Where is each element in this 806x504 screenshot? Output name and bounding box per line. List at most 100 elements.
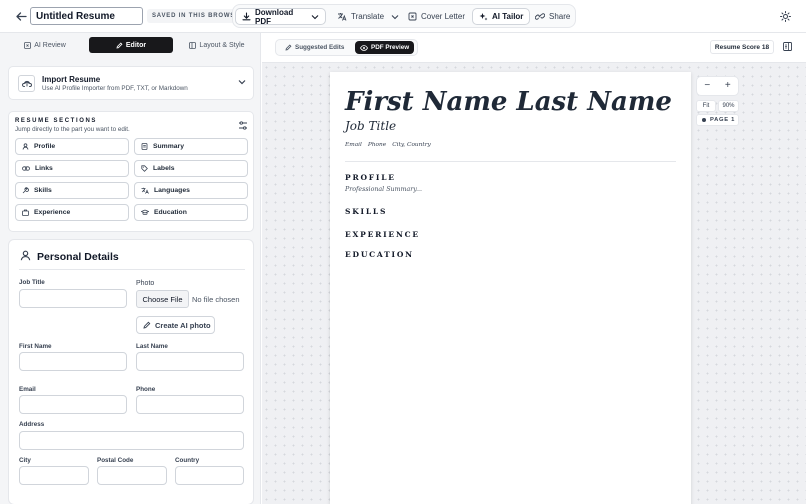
first-name-label: First Name xyxy=(19,343,52,350)
edit-suggestion-icon xyxy=(285,44,292,51)
pencil-icon xyxy=(143,321,151,329)
chevron-down-icon xyxy=(311,14,319,19)
page-indicator: Page 1 xyxy=(696,114,739,126)
section-link-education[interactable]: Education xyxy=(134,204,248,221)
import-title: Import Resume xyxy=(42,75,101,84)
toolbar: Download PDF Translate Cover Letter AI T… xyxy=(232,4,576,28)
layout-icon xyxy=(189,41,197,49)
section-link-label: Profile xyxy=(34,143,56,150)
create-ai-photo-label: Create AI photo xyxy=(155,320,211,330)
tag-icon xyxy=(141,165,148,172)
section-link-label: Summary xyxy=(153,143,184,150)
section-link-labels[interactable]: Labels xyxy=(134,160,248,177)
section-link-links[interactable]: Links xyxy=(15,160,129,177)
section-link-profile[interactable]: Profile xyxy=(15,138,129,155)
resume-skills-heading: Skills xyxy=(345,207,388,216)
country-input[interactable] xyxy=(175,466,244,485)
personal-details-title: Personal Details xyxy=(37,251,119,263)
phone-input[interactable] xyxy=(136,395,244,414)
preview-canvas: First Name Last Name Job Title Email Phone… xyxy=(262,63,806,504)
pdf-preview-button[interactable]: PDF Preview xyxy=(355,41,415,54)
translate-button[interactable]: Translate xyxy=(331,8,405,25)
cover-letter-icon xyxy=(408,12,417,21)
ai-tailor-button[interactable]: AI Tailor xyxy=(472,8,531,25)
share-button[interactable]: Share xyxy=(529,8,576,25)
preview-mode-toggle: Suggested Edits PDF Preview xyxy=(275,39,418,56)
download-pdf-button[interactable]: Download PDF xyxy=(235,8,326,26)
city-label: City xyxy=(19,457,31,464)
resume-experience-heading: Experience xyxy=(345,230,420,239)
resume-name: First Name Last Name xyxy=(345,87,672,117)
resume-first-name: First Name xyxy=(345,87,508,117)
languages-icon xyxy=(141,187,149,194)
import-resume-card[interactable]: Import Resume Use AI Profile Importer fr… xyxy=(8,66,254,100)
section-link-skills[interactable]: Skills xyxy=(15,182,129,199)
job-title-input[interactable] xyxy=(19,289,127,308)
file-status-text: No file chosen xyxy=(192,295,240,304)
translate-icon xyxy=(338,13,347,21)
page-label: Page 1 xyxy=(710,117,736,123)
sliders-icon[interactable] xyxy=(238,121,248,130)
address-input[interactable] xyxy=(19,431,244,450)
zoom-out-button[interactable]: − xyxy=(704,81,710,91)
resume-contact-line: Email Phone City, Country xyxy=(345,142,437,148)
user-icon xyxy=(22,143,29,150)
section-link-summary[interactable]: Summary xyxy=(134,138,248,155)
resume-job-title: Job Title xyxy=(345,119,397,133)
zoom-controls: − + xyxy=(696,76,739,96)
fit-button[interactable]: Fit xyxy=(696,100,716,112)
editor-panel: AI Review Editor Layout & Style Import R… xyxy=(0,33,261,504)
resume-education-heading: Education xyxy=(345,250,414,259)
briefcase-icon xyxy=(22,209,29,216)
sparkle-icon xyxy=(479,13,488,21)
tab-label: Editor xyxy=(125,41,147,49)
download-icon xyxy=(242,12,251,21)
back-arrow-icon[interactable] xyxy=(12,8,30,24)
pdf-preview-label: PDF Preview xyxy=(371,44,410,51)
phone-label: Phone xyxy=(136,386,156,393)
create-ai-photo-button[interactable]: Create AI photo xyxy=(136,316,215,334)
first-name-input[interactable] xyxy=(19,352,127,371)
graduation-cap-icon xyxy=(141,209,149,215)
tab-editor[interactable]: Editor xyxy=(89,37,173,53)
tab-layout-style[interactable]: Layout & Style xyxy=(180,37,254,53)
postal-code-input[interactable] xyxy=(97,466,167,485)
resume-summary-placeholder: Professional Summary... xyxy=(345,186,422,193)
suggested-edits-button[interactable]: Suggested Edits xyxy=(280,41,349,54)
ai-tailor-label: AI Tailor xyxy=(492,12,524,21)
section-link-label: Education xyxy=(154,209,187,216)
theme-toggle-sun-icon[interactable] xyxy=(778,9,792,23)
share-label: Share xyxy=(549,12,571,21)
mode-tabs: AI Review Editor Layout & Style xyxy=(8,37,254,53)
section-link-languages[interactable]: Languages xyxy=(134,182,248,199)
tab-ai-review[interactable]: AI Review xyxy=(8,37,82,53)
section-link-label: Skills xyxy=(34,187,52,194)
panel-layout-icon[interactable] xyxy=(783,42,792,51)
tab-label: AI Review xyxy=(34,41,66,49)
resume-score-button[interactable]: Resume Score 18 xyxy=(710,40,774,54)
cover-letter-button[interactable]: Cover Letter xyxy=(402,8,471,25)
import-subtitle: Use AI Profile Importer from PDF, TXT, o… xyxy=(42,85,188,92)
resume-page: First Name Last Name Job Title Email Phone… xyxy=(330,72,691,504)
page-dot-icon xyxy=(702,118,706,122)
sections-subtitle: Jump directly to the part you want to ed… xyxy=(15,126,130,133)
email-input[interactable] xyxy=(19,395,127,414)
section-link-label: Languages xyxy=(154,187,190,194)
last-name-input[interactable] xyxy=(136,352,244,371)
personal-details-card: Personal Details Job Title Photo Choose … xyxy=(8,239,254,504)
section-link-experience[interactable]: Experience xyxy=(15,204,129,221)
resume-last-name: Last Name xyxy=(516,87,672,117)
preview-toolbar: Suggested Edits PDF Preview Resume Score… xyxy=(262,33,806,63)
postal-code-label: Postal Code xyxy=(97,457,134,464)
zoom-in-button[interactable]: + xyxy=(725,81,731,91)
user-icon xyxy=(20,250,31,261)
import-icon xyxy=(18,75,35,92)
resume-title-input[interactable] xyxy=(30,7,143,25)
city-input[interactable] xyxy=(19,466,89,485)
country-label: Country xyxy=(175,457,200,464)
chevron-down-icon[interactable] xyxy=(238,79,246,85)
translate-label: Translate xyxy=(351,12,385,21)
resume-location: City, Country xyxy=(392,142,431,148)
choose-file-button[interactable]: Choose File xyxy=(136,290,189,308)
eye-icon xyxy=(360,44,368,51)
